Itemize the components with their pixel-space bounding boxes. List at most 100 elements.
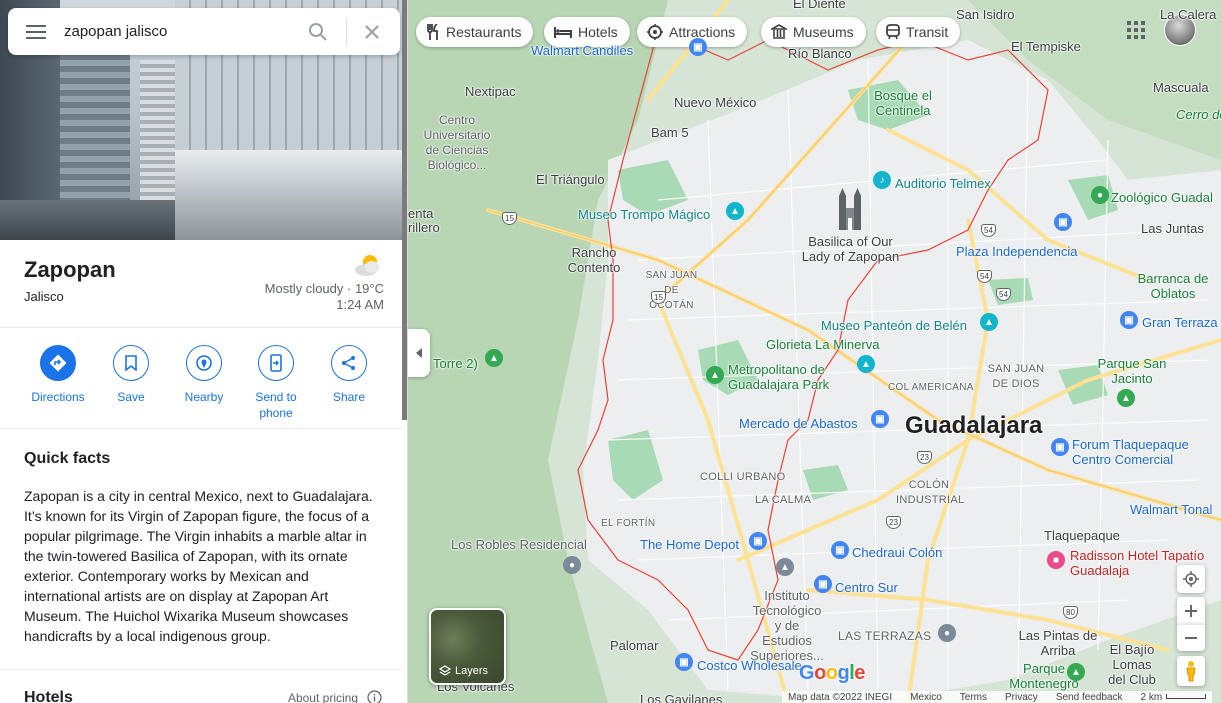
map-label: Bosque el Centinela — [874, 88, 932, 118]
fork-knife-icon — [426, 24, 440, 40]
layers-label: Layers — [439, 665, 488, 677]
school-pin-icon[interactable]: ▲ — [776, 558, 794, 576]
send-feedback-link[interactable]: Send feedback — [1056, 692, 1123, 703]
terms-link[interactable]: Terms — [960, 692, 987, 703]
search-icon — [309, 23, 327, 41]
map-label: El Diente — [793, 0, 846, 11]
map-label: The Home Depot — [640, 537, 739, 552]
map-label: Palomar — [610, 638, 659, 653]
map-label: Gran Terraza — [1142, 315, 1218, 330]
privacy-link[interactable]: Privacy — [1005, 692, 1038, 703]
map-label: Basilica of Our Lady of Zapopan — [801, 234, 900, 264]
search-box — [8, 8, 400, 55]
nearby-icon — [186, 345, 222, 381]
music-pin-icon[interactable]: ♪ — [873, 171, 891, 189]
directions-icon — [40, 345, 76, 381]
nearby-button[interactable]: Nearby — [168, 345, 240, 405]
map-label: Centro Universitario de Ciencias Biológi… — [423, 113, 491, 172]
chip-museums[interactable]: Museums — [761, 17, 866, 47]
place-pin-icon[interactable]: ● — [938, 624, 956, 642]
map-label: Los Robles Residencial — [451, 537, 587, 552]
crosshair-icon — [1183, 571, 1199, 587]
park-pin-icon[interactable]: ▲ — [485, 349, 503, 367]
bed-icon — [554, 25, 572, 39]
search-input[interactable] — [64, 11, 294, 52]
shopping-pin-icon[interactable]: ▣ — [675, 653, 693, 671]
zoom-out-button[interactable] — [1177, 624, 1205, 651]
layers-button[interactable]: Layers — [429, 608, 506, 685]
info-icon[interactable] — [367, 690, 382, 703]
chevron-left-icon — [416, 348, 422, 358]
park-pin-icon[interactable]: ▲ — [1067, 663, 1085, 681]
museum-icon — [771, 24, 787, 40]
shopping-pin-icon[interactable]: ▣ — [814, 575, 832, 593]
share-button[interactable]: Share — [313, 345, 385, 405]
park-pin-icon[interactable]: ▲ — [706, 366, 724, 384]
save-button[interactable]: Save — [95, 345, 167, 405]
action-label: Directions — [31, 390, 85, 404]
side-panel: Zapopan Jalisco Mostly cloudy · 19°C 1:2… — [0, 0, 408, 703]
map-label: Museo Trompo Mágico — [578, 207, 711, 222]
action-bar: Directions Save Nearby Send to phone Sha… — [0, 329, 402, 429]
basilica-icon[interactable] — [836, 188, 864, 232]
chip-label: Restaurants — [446, 24, 522, 40]
shopping-pin-icon[interactable]: ▣ — [749, 532, 767, 550]
scale-indicator[interactable]: 2 km — [1141, 692, 1207, 703]
map-label: EL FORTÍN — [601, 518, 656, 529]
pegman-icon — [1186, 661, 1196, 682]
museum-pin-icon[interactable]: ▲ — [726, 202, 744, 220]
place-pin-icon[interactable]: ● — [563, 556, 581, 574]
zoom-in-button[interactable] — [1177, 597, 1205, 624]
hotels-section: Hotels About pricing — [0, 672, 402, 703]
map-label: Forum Tlaquepaque Centro Comercial — [1072, 437, 1189, 467]
map-label: COLLI URBANO — [700, 471, 786, 483]
collapse-panel-button[interactable] — [408, 329, 430, 377]
layers-icon — [439, 665, 451, 676]
city-label: Guadalajara — [905, 412, 1043, 439]
map-label: El Bajío Lomas del Club — [1108, 642, 1156, 687]
map-canvas[interactable]: Restaurants Hotels Attractions Museums T… — [408, 0, 1221, 703]
action-label: Save — [117, 390, 145, 404]
map-footer: Map data ©2022 INEGI Mexico Terms Privac… — [782, 691, 1213, 703]
bookmark-icon — [113, 345, 149, 381]
quick-facts-body: Zapopan is a city in central Mexico, nex… — [24, 488, 373, 644]
map-label: El Tempiske — [1011, 39, 1081, 54]
shopping-pin-icon[interactable]: ▣ — [831, 541, 849, 559]
map-label: La Calera — [1160, 7, 1217, 22]
attractions-icon — [647, 24, 663, 40]
shopping-pin-icon[interactable]: ▣ — [1120, 311, 1138, 329]
region-link[interactable]: Mexico — [910, 692, 942, 703]
partly-cloudy-icon — [355, 255, 379, 276]
map-label: Las Pintas de Arriba — [1018, 628, 1098, 658]
map-label: Las Juntas — [1141, 221, 1204, 236]
action-label: Nearby — [184, 390, 224, 404]
monument-pin-icon[interactable]: ▲ — [857, 355, 875, 373]
send-to-phone-button[interactable]: Send to phone — [240, 345, 312, 421]
map-label: Instituto Tecnológico y de Estudios Supe… — [750, 588, 824, 663]
map-data-attribution: Map data ©2022 INEGI — [788, 691, 893, 703]
about-pricing-link[interactable]: About pricing — [288, 691, 358, 703]
chip-transit[interactable]: Transit — [876, 17, 961, 47]
my-location-button[interactable] — [1177, 565, 1205, 593]
menu-button[interactable] — [8, 8, 64, 55]
street-view-button[interactable] — [1177, 656, 1205, 686]
zoo-pin-icon[interactable]: ● — [1091, 186, 1109, 204]
chip-restaurants[interactable]: Restaurants — [416, 17, 534, 47]
shopping-pin-icon[interactable]: ▣ — [1051, 438, 1069, 456]
chip-label: Transit — [906, 24, 949, 40]
directions-button[interactable]: Directions — [22, 345, 94, 405]
clear-search-button[interactable] — [358, 18, 386, 46]
search-button[interactable] — [304, 18, 332, 46]
quick-facts-title: Quick facts — [24, 450, 111, 467]
shopping-pin-icon[interactable]: ▣ — [1054, 213, 1072, 231]
shopping-pin-icon[interactable]: ▣ — [689, 38, 707, 56]
map-label: Mercado de Abastos — [739, 416, 858, 431]
park-pin-icon[interactable]: ▲ — [1117, 389, 1135, 407]
shopping-pin-icon[interactable]: ▣ — [871, 410, 889, 428]
map-label: Nextipac — [465, 84, 516, 99]
museum-pin-icon[interactable]: ▲ — [980, 313, 998, 331]
transit-icon — [886, 24, 900, 40]
building-shape — [0, 200, 175, 240]
google-apps-button[interactable] — [1124, 18, 1148, 42]
hotel-pin-icon[interactable]: ■ — [1047, 551, 1065, 569]
